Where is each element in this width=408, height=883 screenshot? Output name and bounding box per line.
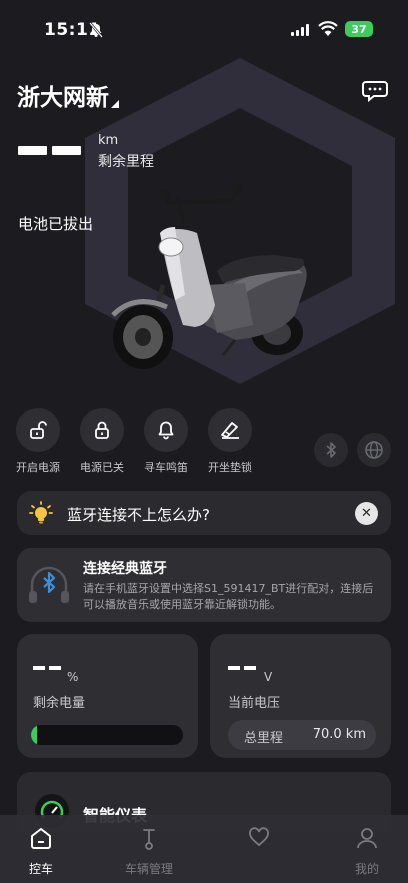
tab-label: 我的 (354, 862, 379, 876)
vehicle-selector[interactable]: 浙大网新 (17, 78, 119, 112)
power-off-button[interactable] (80, 408, 124, 452)
odometer-value: 70.0 km (312, 727, 366, 742)
battery-unit: % (67, 670, 79, 684)
bluetooth-help-banner[interactable]: 蓝牙连接不上怎么办? ✕ (17, 491, 391, 535)
bluetooth-headphones-icon (29, 566, 69, 603)
range-value-dash (18, 146, 47, 155)
battery-card: % 剩余电量 (17, 634, 198, 758)
profile-icon (357, 828, 377, 849)
scooter-icon (143, 829, 155, 850)
lightbulb-icon (29, 501, 53, 524)
bluetooth-button[interactable] (314, 433, 348, 467)
range-unit: km (98, 133, 119, 148)
classic-bluetooth-card[interactable]: 连接经典蓝牙 请在手机蓝牙设置中选择S1_591417_BT进行配对，连接后可以… (17, 548, 391, 622)
seat-lock-icon (221, 422, 239, 439)
wifi-icon (318, 21, 338, 36)
tab-service[interactable] (214, 825, 304, 860)
close-icon[interactable]: ✕ (355, 502, 378, 525)
range-value-dash (52, 146, 81, 155)
tab-profile[interactable]: 我的 (322, 825, 408, 877)
bt-card-description: 请在手机蓝牙设置中选择S1_591417_BT进行配对，连接后可以播放音乐或使用… (83, 582, 374, 611)
battery-value-dashes (33, 666, 61, 670)
tab-vehicle-management[interactable]: 车辆管理 (104, 825, 194, 877)
power-off-label: 电源已关 (80, 461, 124, 474)
tab-bar: 控车 车辆管理 我的 (0, 815, 408, 883)
bell-muted-icon (89, 22, 103, 38)
bell-icon (158, 421, 174, 440)
heart-hand-icon (249, 827, 269, 847)
scooter-image (111, 184, 307, 369)
message-icon[interactable] (362, 80, 388, 102)
network-button[interactable] (357, 433, 391, 467)
tab-control[interactable]: 控车 (0, 825, 86, 877)
find-car-button[interactable] (144, 408, 188, 452)
globe-icon (365, 441, 383, 459)
home-icon (31, 828, 51, 849)
seat-lock-button[interactable] (208, 408, 252, 452)
find-car-label: 寻车鸣笛 (144, 461, 188, 474)
battery-progress-bar (31, 725, 183, 745)
battery-label: 剩余电量 (33, 696, 86, 711)
range-label: 剩余里程 (98, 154, 154, 170)
dropdown-triangle-icon (111, 100, 119, 108)
tab-label: 车辆管理 (124, 862, 173, 876)
odometer-label: 总里程 (244, 731, 284, 746)
bluetooth-icon (326, 442, 336, 458)
voltage-label: 当前电压 (228, 696, 281, 711)
voltage-card: V 当前电压 总里程 70.0 km (210, 634, 391, 758)
banner-text: 蓝牙连接不上怎么办? (67, 506, 210, 524)
battery-progress-fill (31, 725, 38, 745)
lock-icon (95, 421, 109, 439)
tab-label: 控车 (28, 862, 53, 876)
seat-lock-label: 开坐垫锁 (208, 461, 252, 474)
battery-indicator: 37 (345, 21, 373, 37)
battery-status: 电池已拔出 (18, 215, 94, 233)
bt-card-title: 连接经典蓝牙 (83, 561, 167, 577)
power-on-button[interactable] (16, 408, 60, 452)
voltage-value-dashes (228, 666, 256, 670)
voltage-unit: V (264, 670, 273, 684)
odometer-pill: 总里程 70.0 km (228, 720, 376, 750)
unlock-icon (30, 421, 47, 439)
vehicle-name: 浙大网新 (17, 85, 109, 111)
cellular-signal-icon (291, 24, 309, 36)
power-on-label: 开启电源 (16, 461, 60, 474)
